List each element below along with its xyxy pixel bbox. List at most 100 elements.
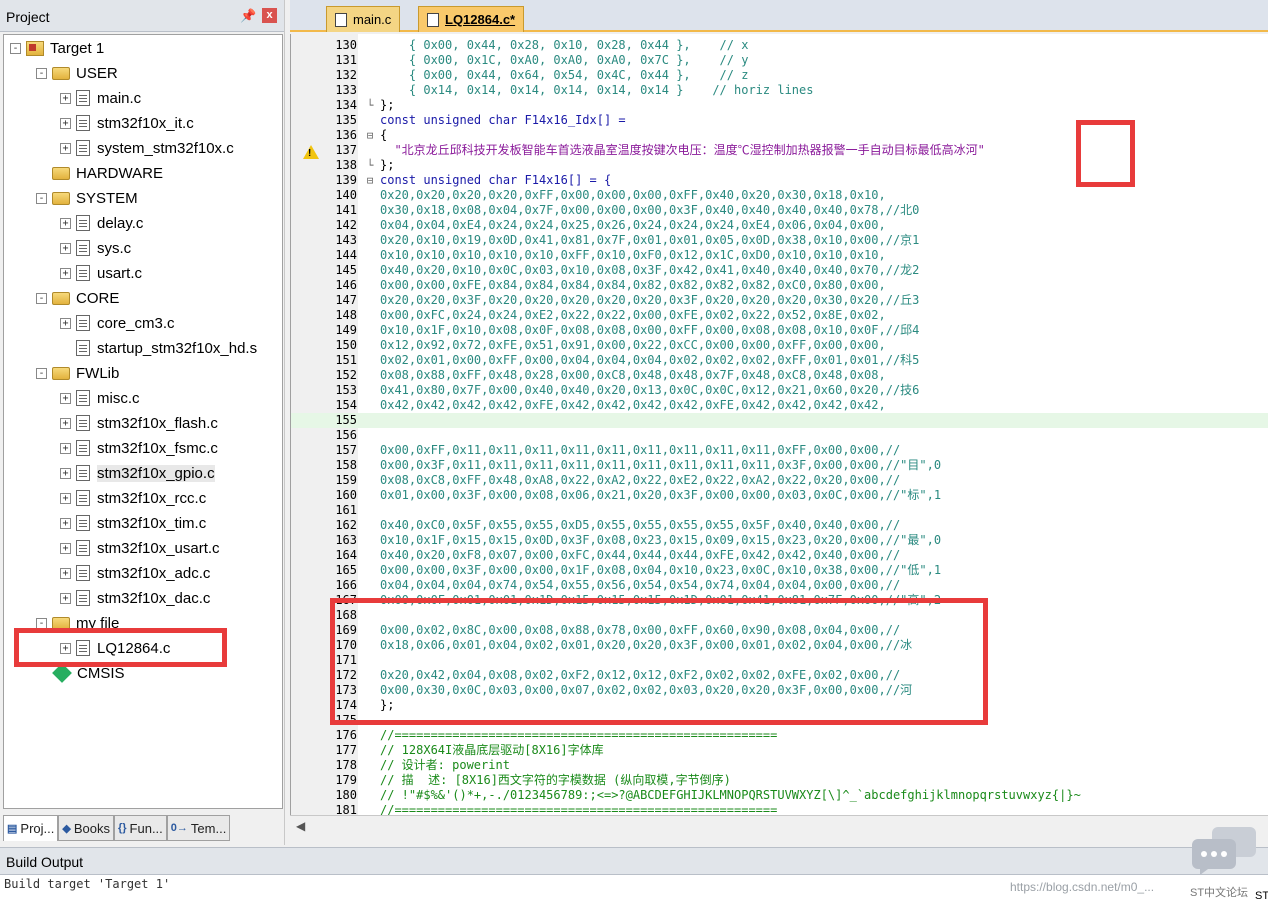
expand-icon[interactable]: + [60, 267, 71, 279]
build-output-line: Build target 'Target 1' [4, 877, 171, 891]
tree-group-item[interactable]: - CORE [36, 287, 119, 309]
tree-group-item[interactable]: - USER [36, 62, 118, 84]
editor-tab-bar: main.c LQ12864.c* [290, 0, 1268, 32]
tree-item-label: core_cm3.c [97, 314, 175, 332]
expand-icon[interactable]: + [60, 92, 71, 104]
expand-icon[interactable]: + [60, 392, 71, 404]
tree-file-item[interactable]: + stm32f10x_flash.c [60, 412, 218, 434]
collapse-icon[interactable]: - [36, 367, 47, 379]
expand-icon[interactable]: + [60, 317, 71, 329]
code-line: 158 0x00,0x3F,0x11,0x11,0x11,0x11,0x11,0x… [291, 458, 1268, 473]
tree-file-item[interactable]: + main.c [60, 87, 141, 109]
expand-icon[interactable]: + [60, 567, 71, 579]
collapse-icon[interactable]: - [36, 192, 47, 204]
line-number: 161 [335, 503, 357, 517]
tree-file-item[interactable]: + stm32f10x_rcc.c [60, 487, 206, 509]
tree-group-item[interactable]: HARDWARE [36, 162, 163, 184]
project-icon: ▤ [7, 823, 18, 835]
panel-tab-project[interactable]: ▤ Proj... [3, 815, 59, 841]
expand-icon[interactable]: + [60, 417, 71, 429]
expand-icon[interactable]: + [60, 467, 71, 479]
tree-item-label: USER [76, 64, 118, 82]
code-line: 157 0x00,0xFF,0x11,0x11,0x11,0x11,0x11,0x… [291, 443, 1268, 458]
build-output-title: Build Output [6, 854, 84, 870]
panel-tab-functions[interactable]: {} Fun... [113, 815, 167, 841]
tree-item-label: delay.c [97, 214, 144, 232]
collapse-icon[interactable]: - [36, 292, 47, 304]
tree-file-item[interactable]: + stm32f10x_tim.c [60, 512, 206, 534]
code-text: 0x10,0x10,0x10,0x10,0x10,0xFF,0x10,0xF0,… [380, 248, 886, 262]
code-line: 130 { 0x00, 0x44, 0x28, 0x10, 0x28, 0x44… [291, 38, 1268, 53]
collapse-icon[interactable]: - [10, 42, 21, 54]
tree-file-item[interactable]: + stm32f10x_gpio.c [60, 462, 215, 484]
source-file-icon [76, 265, 90, 281]
expand-icon[interactable]: + [60, 492, 71, 504]
horizontal-scrollbar[interactable]: ◀ [290, 815, 1268, 837]
editor-tab[interactable]: main.c [326, 6, 401, 32]
pin-icon[interactable]: 📌 [240, 8, 256, 24]
folder-icon [52, 291, 70, 305]
tree-file-item[interactable]: + stm32f10x_adc.c [60, 562, 210, 584]
expand-icon[interactable]: + [60, 592, 71, 604]
code-line: 165 0x00,0x00,0x3F,0x00,0x00,0x1F,0x08,0x… [291, 563, 1268, 578]
expand-icon[interactable]: + [60, 542, 71, 554]
tree-file-item[interactable]: + misc.c [60, 387, 140, 409]
code-text: }; [380, 158, 395, 172]
tree-file-item[interactable]: + system_stm32f10x.c [60, 137, 234, 159]
collapse-icon[interactable]: - [36, 67, 47, 79]
tree-file-item[interactable]: + stm32f10x_dac.c [60, 587, 210, 609]
code-text: 0x20,0x10,0x19,0x0D,0x41,0x81,0x7F,0x01,… [380, 233, 920, 247]
tree-file-item[interactable]: + stm32f10x_it.c [60, 112, 194, 134]
code-text: 0x01,0x00,0x3F,0x00,0x08,0x06,0x21,0x20,… [380, 488, 942, 502]
tree-file-item[interactable]: + delay.c [60, 212, 143, 234]
project-tree: - Target 1- USER + main.c + stm32f10x_it.c + sys… [3, 34, 283, 809]
tree-file-item[interactable]: + core_cm3.c [60, 312, 175, 334]
editor-tab[interactable]: LQ12864.c* [418, 6, 525, 32]
code-line: 140 0x20,0x20,0x20,0x20,0xFF,0x00,0x00,0x… [291, 188, 1268, 203]
file-tab-icon [335, 12, 347, 27]
tree-group-item[interactable]: - FWLib [36, 362, 119, 384]
expand-icon[interactable]: + [60, 117, 71, 129]
close-icon[interactable]: x [262, 8, 277, 23]
tree-file-item[interactable]: + usart.c [60, 262, 142, 284]
tree-target-item[interactable]: - Target 1 [10, 37, 104, 59]
expand-icon[interactable]: + [60, 217, 71, 229]
line-number: 133 [335, 83, 357, 97]
tree-item-label: main.c [97, 89, 142, 107]
code-text: // 描 述: [8X16]西文字符的字模数据 (纵向取模,字节倒序) [380, 773, 731, 787]
chat-bubble-icon [1192, 827, 1256, 875]
code-line: 154 0x42,0x42,0x42,0x42,0xFE,0x42,0x42,0x… [291, 398, 1268, 413]
scroll-left-icon[interactable]: ◀ [296, 819, 305, 833]
tree-file-item[interactable]: + stm32f10x_usart.c [60, 537, 220, 559]
line-number: 143 [335, 233, 357, 247]
tree-group-item[interactable]: - SYSTEM [36, 187, 138, 209]
panel-tab-label: Proj... [20, 821, 55, 836]
code-text: const unsigned char F14x16_Idx[] = [380, 113, 626, 127]
folder-icon [52, 366, 70, 380]
panel-tab-books[interactable]: ◆ Books [58, 815, 114, 841]
functions-icon: {} [117, 822, 127, 834]
expand-icon[interactable]: + [60, 442, 71, 454]
code-text: 0x41,0x80,0x7F,0x00,0x40,0x40,0x20,0x13,… [380, 383, 920, 397]
expand-icon[interactable]: + [60, 517, 71, 529]
highlight-box-lq12864 [14, 628, 227, 667]
code-line: 134 └}; [291, 98, 1268, 113]
code-line: 147 0x20,0x20,0x3F,0x20,0x20,0x20,0x20,0x… [291, 293, 1268, 308]
line-number: 180 [335, 788, 357, 802]
fold-guide: └ [366, 159, 374, 172]
collapse-icon[interactable]: - [36, 617, 47, 629]
tree-file-item[interactable]: startup_stm32f10x_hd.s [60, 337, 257, 359]
code-line: 161 [291, 503, 1268, 518]
code-line: 151 0x02,0x01,0x00,0xFF,0x00,0x04,0x04,0x… [291, 353, 1268, 368]
st-label: ST [1255, 890, 1268, 902]
fold-toggle-icon[interactable]: ⊟ [365, 128, 375, 143]
expand-icon[interactable]: + [60, 242, 71, 254]
tree-file-item[interactable]: + sys.c [60, 237, 131, 259]
panel-tab-templates[interactable]: 0→ Tem... [166, 815, 231, 841]
tree-file-item[interactable]: + stm32f10x_fsmc.c [60, 437, 218, 459]
code-line: 176 //===================================… [291, 728, 1268, 743]
line-number: 156 [335, 428, 357, 442]
expand-icon[interactable]: + [60, 142, 71, 154]
code-text: 0x00,0x00,0x3F,0x00,0x00,0x1F,0x08,0x04,… [380, 563, 942, 577]
fold-toggle-icon[interactable]: ⊟ [365, 173, 375, 188]
